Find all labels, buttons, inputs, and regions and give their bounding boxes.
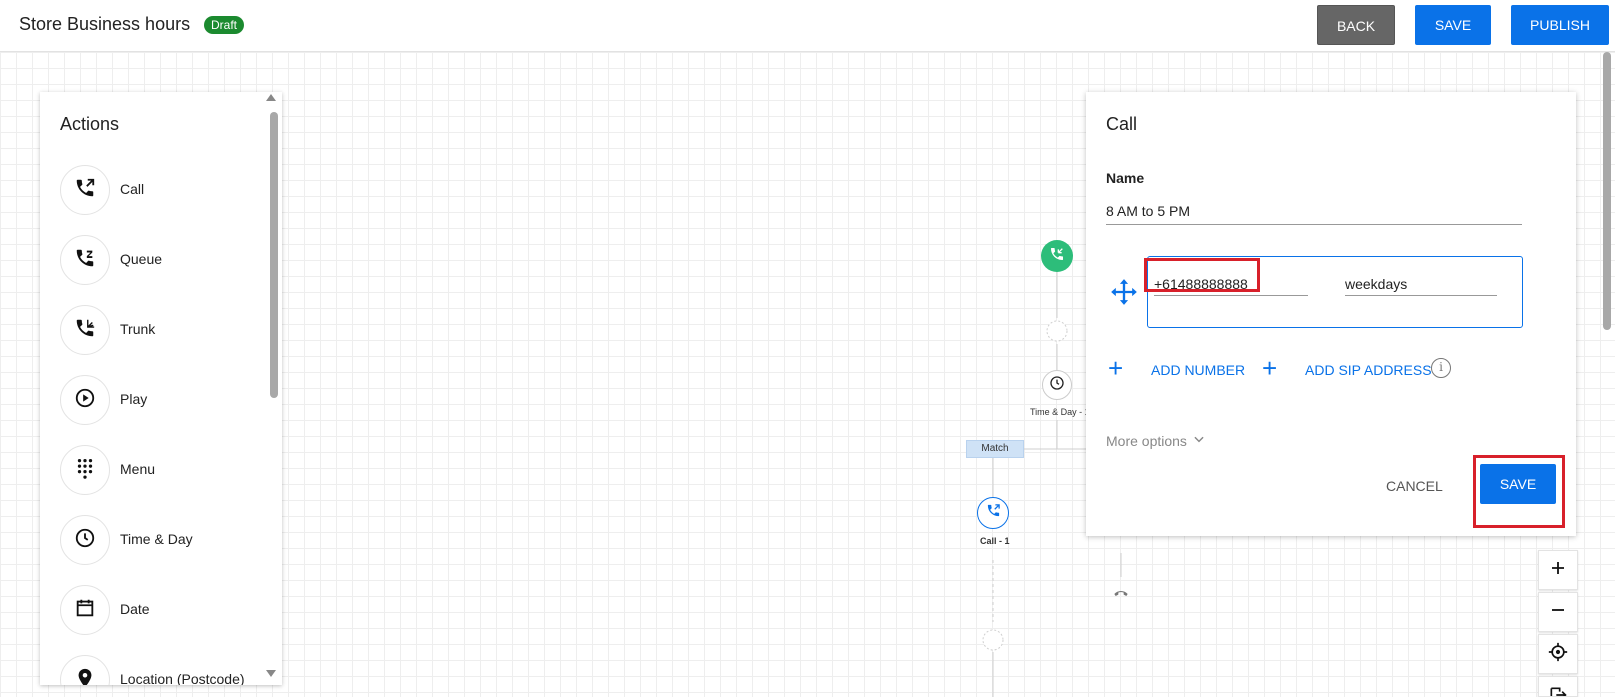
action-item-time-day[interactable]: Time & Day — [60, 515, 260, 565]
action-item-label: Play — [120, 391, 148, 407]
action-item-label: Location (Postcode) — [120, 671, 245, 685]
status-badge: Draft — [204, 16, 245, 34]
action-item-date[interactable]: Date — [60, 585, 260, 635]
export-icon — [1548, 685, 1568, 696]
phone-outgoing-icon — [74, 177, 96, 204]
recenter-button[interactable] — [1538, 634, 1578, 674]
action-item-label: Call — [120, 181, 145, 197]
call-node-label: Call - 1 — [980, 536, 1010, 546]
actions-panel-title: Actions — [60, 114, 120, 134]
phone-queue-icon — [74, 247, 96, 274]
time-day-node-label: Time & Day - 1 — [1030, 407, 1090, 417]
save-button[interactable]: SAVE — [1415, 5, 1491, 45]
action-item-location[interactable]: Location (Postcode) — [60, 655, 260, 685]
cancel-button[interactable]: CANCEL — [1386, 478, 1443, 494]
dialog-title: Call — [1106, 114, 1138, 134]
add-sip-plus-icon[interactable]: + — [1262, 355, 1277, 381]
match-branch-label[interactable]: Match — [966, 440, 1024, 458]
action-item-label: Date — [120, 601, 150, 617]
call-node[interactable] — [977, 497, 1009, 529]
name-field[interactable] — [1106, 197, 1522, 225]
crosshair-icon — [1548, 642, 1568, 667]
schedule-field[interactable] — [1345, 272, 1497, 296]
call-dialog: Call Name + ADD NUMBER + ADD SIP ADDRESS… — [1086, 92, 1576, 536]
action-item-label: Time & Day — [120, 531, 193, 547]
actions-panel: Actions Call Queue Trunk Play Menu Time … — [40, 92, 282, 685]
action-item-label: Menu — [120, 461, 156, 477]
more-options-toggle[interactable]: More options — [1106, 433, 1187, 449]
hangup-icon — [1113, 584, 1129, 602]
phone-trunk-icon — [74, 317, 96, 344]
location-pin-icon — [74, 667, 96, 685]
phone-incoming-icon — [1049, 246, 1065, 267]
clock-icon — [1049, 375, 1065, 396]
action-item-call[interactable]: Call — [60, 165, 260, 215]
plus-icon — [1549, 559, 1567, 582]
back-button[interactable]: BACK — [1317, 5, 1395, 45]
zoom-in-button[interactable] — [1538, 550, 1578, 590]
action-item-trunk[interactable]: Trunk — [60, 305, 260, 355]
action-item-queue[interactable]: Queue — [60, 235, 260, 285]
highlight-box-save — [1473, 455, 1565, 528]
add-sip-address-button[interactable]: ADD SIP ADDRESS — [1305, 362, 1432, 378]
publish-button[interactable]: PUBLISH — [1511, 5, 1609, 45]
name-label: Name — [1106, 170, 1145, 186]
start-node[interactable] — [1041, 240, 1073, 272]
add-number-plus-icon[interactable]: + — [1108, 355, 1123, 381]
dialpad-icon — [74, 457, 96, 484]
scroll-down-arrow[interactable] — [266, 670, 276, 677]
actions-scrollbar[interactable] — [270, 112, 278, 398]
time-day-node[interactable] — [1042, 370, 1072, 400]
move-icon[interactable] — [1110, 278, 1138, 311]
clock-icon — [74, 527, 96, 554]
scroll-up-arrow[interactable] — [266, 94, 276, 101]
info-icon[interactable]: i — [1431, 358, 1451, 378]
action-item-label: Trunk — [120, 321, 156, 337]
page-scrollbar[interactable] — [1603, 52, 1611, 330]
export-button[interactable] — [1538, 676, 1578, 697]
minus-icon — [1549, 601, 1567, 624]
action-item-menu[interactable]: Menu — [60, 445, 260, 495]
page-title: Store Business hours — [19, 14, 191, 34]
play-icon — [74, 387, 96, 414]
highlight-box-number — [1144, 258, 1260, 292]
app-header: Store Business hours Draft BACK SAVE PUB… — [0, 0, 1615, 52]
chevron-down-icon[interactable] — [1192, 432, 1206, 451]
action-item-play[interactable]: Play — [60, 375, 260, 425]
add-number-button[interactable]: ADD NUMBER — [1151, 362, 1245, 378]
action-item-label: Queue — [120, 251, 163, 267]
phone-outgoing-icon — [986, 503, 1001, 523]
zoom-out-button[interactable] — [1538, 592, 1578, 632]
calendar-icon — [74, 597, 96, 624]
